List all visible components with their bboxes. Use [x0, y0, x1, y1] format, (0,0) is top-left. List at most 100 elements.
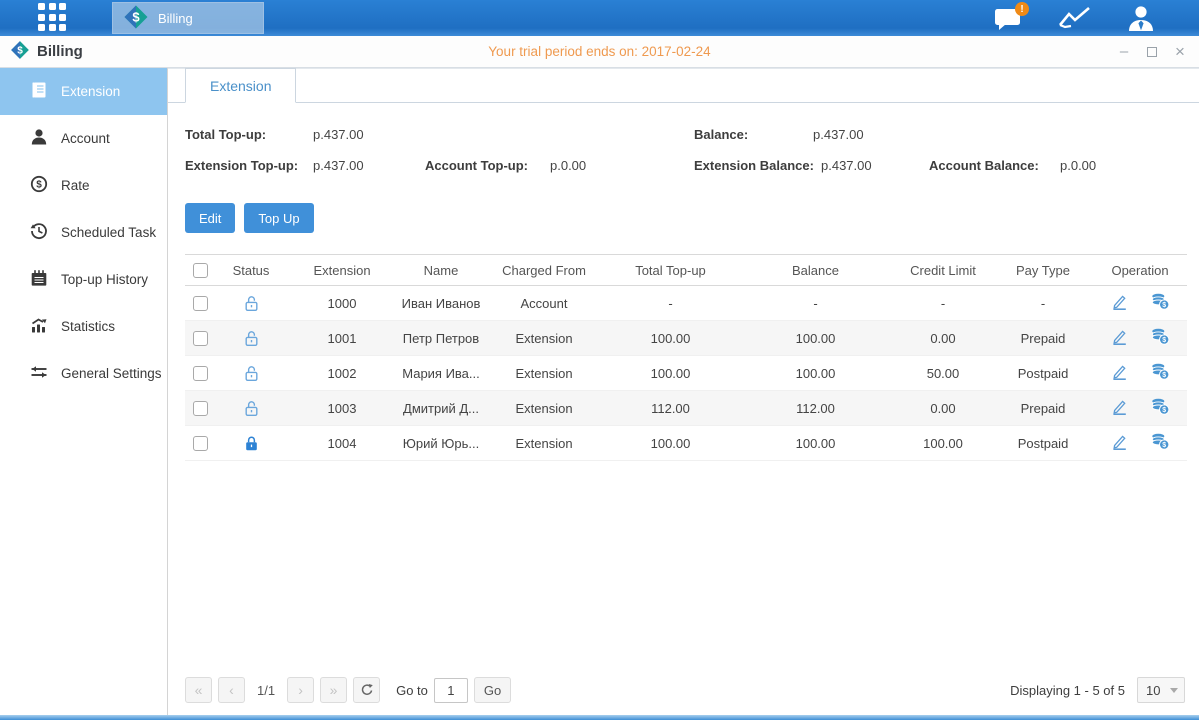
cell-balance: 112.00 [738, 391, 893, 426]
balance-summary: Total Top-up: p.437.00 Balance: p.437.00… [185, 127, 1185, 190]
header-pay-type[interactable]: Pay Type [993, 255, 1093, 286]
svg-text:$: $ [36, 180, 42, 191]
total-topup-label: Total Top-up: [185, 127, 266, 142]
maximize-button[interactable] [1145, 45, 1159, 59]
topup-coins-icon[interactable]: $ [1150, 432, 1170, 454]
topup-button[interactable]: Top Up [244, 203, 313, 233]
header-credit-limit[interactable]: Credit Limit [893, 255, 993, 286]
account-balance-value: p.0.00 [1060, 158, 1096, 173]
extension-balance-value: p.437.00 [821, 158, 872, 173]
row-checkbox[interactable] [193, 331, 208, 346]
extension-topup-value: p.437.00 [313, 158, 364, 173]
table-row: 1003 Дмитрий Д... Extension 112.00 112.0… [185, 391, 1187, 426]
tab-extension[interactable]: Extension [185, 68, 296, 103]
edit-pencil-icon[interactable] [1110, 362, 1129, 384]
window-title: Billing [37, 43, 83, 60]
table-header-row: Status Extension Name Charged From Total… [185, 255, 1187, 286]
table-row: 1000 Иван Иванов Account - - - - [185, 286, 1187, 321]
sidebar-item-rate[interactable]: $ Rate [0, 162, 167, 209]
sidebar-item-account[interactable]: Account [0, 115, 167, 162]
edit-pencil-icon[interactable] [1110, 397, 1129, 419]
prev-page-button[interactable]: ‹ [218, 677, 245, 703]
sidebar-item-scheduled-task[interactable]: Scheduled Task [0, 209, 167, 256]
edit-pencil-icon[interactable] [1110, 327, 1129, 349]
cell-pay-type: Postpaid [993, 426, 1093, 461]
sidebar-item-extension[interactable]: Extension [0, 68, 167, 115]
cell-pay-type: Postpaid [993, 356, 1093, 391]
close-button[interactable]: × [1173, 45, 1187, 59]
chevron-down-icon [1170, 688, 1178, 693]
table-row: 1002 Мария Ива... Extension 100.00 100.0… [185, 356, 1187, 391]
chart-icon [30, 316, 48, 337]
header-name[interactable]: Name [397, 255, 485, 286]
edit-button[interactable]: Edit [185, 203, 235, 233]
cell-pay-type: Prepaid [993, 391, 1093, 426]
billing-diamond-icon: $ [123, 4, 149, 33]
svg-text:$: $ [1163, 407, 1167, 414]
sidebar-item-label: Extension [61, 84, 120, 99]
header-status[interactable]: Status [215, 255, 287, 286]
last-page-button[interactable]: » [320, 677, 347, 703]
topup-coins-icon[interactable]: $ [1150, 362, 1170, 384]
row-checkbox[interactable] [193, 366, 208, 381]
statistics-monitor-icon[interactable] [1057, 3, 1093, 33]
cell-charged-from: Extension [485, 356, 603, 391]
edit-pencil-icon[interactable] [1110, 432, 1129, 454]
sidebar-item-general-settings[interactable]: General Settings [0, 350, 167, 397]
notification-badge: ! [1015, 2, 1029, 16]
topup-coins-icon[interactable]: $ [1150, 397, 1170, 419]
cell-total-topup: - [603, 286, 738, 321]
go-button[interactable]: Go [474, 677, 511, 703]
header-operation[interactable]: Operation [1093, 255, 1187, 286]
cell-balance: 100.00 [738, 426, 893, 461]
cell-extension: 1001 [287, 321, 397, 356]
sidebar-item-label: Account [61, 131, 110, 146]
total-topup-value: p.437.00 [313, 127, 364, 142]
sidebar-item-statistics[interactable]: Statistics [0, 303, 167, 350]
page-indicator: 1/1 [251, 683, 281, 698]
apps-grid-icon[interactable] [38, 3, 68, 33]
unlock-icon [215, 286, 287, 321]
svg-text:$: $ [1163, 442, 1167, 449]
edit-pencil-icon[interactable] [1110, 292, 1129, 314]
desktop-edge-strip [0, 715, 1199, 720]
topup-coins-icon[interactable]: $ [1150, 327, 1170, 349]
row-checkbox[interactable] [193, 296, 208, 311]
cell-charged-from: Extension [485, 321, 603, 356]
desktop-taskbar: $ Billing ! [0, 0, 1199, 36]
svg-text:$: $ [132, 9, 140, 24]
table-body: 1000 Иван Иванов Account - - - - [185, 286, 1187, 461]
row-checkbox[interactable] [193, 436, 208, 451]
cell-balance: - [738, 286, 893, 321]
user-account-icon[interactable] [1123, 3, 1159, 33]
sidebar: Extension Account $ Rate [0, 68, 168, 715]
minimize-button[interactable]: – [1117, 45, 1131, 59]
goto-page-input[interactable] [434, 678, 468, 703]
first-page-button[interactable]: « [185, 677, 212, 703]
cell-pay-type: - [993, 286, 1093, 321]
account-topup-value: p.0.00 [550, 158, 586, 173]
refresh-icon[interactable] [353, 677, 380, 703]
select-all-checkbox[interactable] [193, 263, 208, 278]
taskbar-billing-button[interactable]: $ Billing [112, 2, 264, 34]
lock-icon [215, 426, 287, 461]
header-balance[interactable]: Balance [738, 255, 893, 286]
topup-coins-icon[interactable]: $ [1150, 292, 1170, 314]
header-extension[interactable]: Extension [287, 255, 397, 286]
header-total-topup[interactable]: Total Top-up [603, 255, 738, 286]
header-charged-from[interactable]: Charged From [485, 255, 603, 286]
cell-balance: 100.00 [738, 356, 893, 391]
cell-charged-from: Extension [485, 391, 603, 426]
page-size-select[interactable]: 10 [1137, 677, 1185, 703]
cell-extension: 1004 [287, 426, 397, 461]
sidebar-item-topup-history[interactable]: Top-up History [0, 256, 167, 303]
billing-diamond-icon-small: $ [10, 40, 30, 63]
svg-text:$: $ [1163, 337, 1167, 344]
row-checkbox[interactable] [193, 401, 208, 416]
unlock-icon [215, 356, 287, 391]
dollar-circle-icon: $ [30, 175, 48, 196]
messages-icon[interactable]: ! [991, 3, 1027, 33]
cell-pay-type: Prepaid [993, 321, 1093, 356]
trial-notice: Your trial period ends on: 2017-02-24 [0, 44, 1199, 59]
next-page-button[interactable]: › [287, 677, 314, 703]
